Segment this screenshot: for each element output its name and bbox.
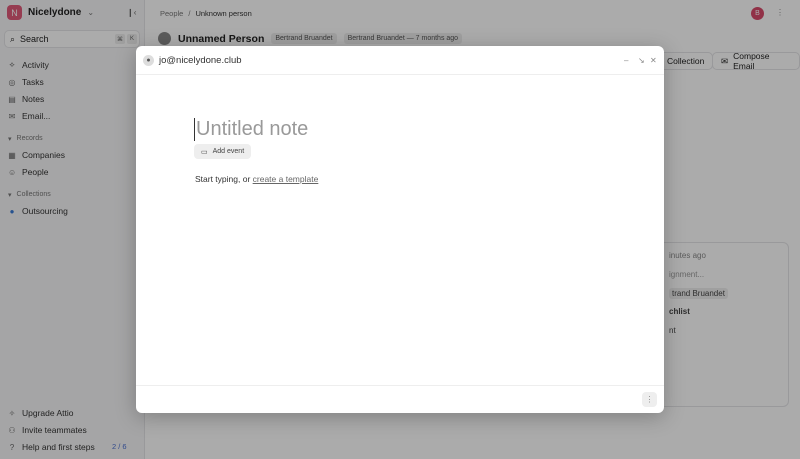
collapse-icon[interactable]: ↘ xyxy=(638,56,645,65)
modal-footer: ⋮ xyxy=(136,385,664,413)
modal-email: jo@nicelydone.club xyxy=(159,54,242,66)
note-title-input[interactable]: Untitled note xyxy=(194,118,308,141)
close-icon[interactable]: ✕ xyxy=(650,56,657,65)
calendar-icon: ▭ xyxy=(201,148,208,156)
hint-text: Start typing, or xyxy=(195,174,253,184)
label: Add event xyxy=(212,148,245,155)
minimize-icon[interactable]: – xyxy=(624,56,628,65)
editor-hint[interactable]: Start typing, or create a template xyxy=(195,174,318,184)
create-template-link[interactable]: create a template xyxy=(253,174,319,184)
note-modal: ● jo@nicelydone.club – ↘ ✕ Untitled note… xyxy=(136,46,664,413)
add-event-button[interactable]: ▭ Add event xyxy=(194,144,252,159)
person-icon: ● xyxy=(143,54,154,66)
modal-header: ● jo@nicelydone.club xyxy=(136,46,664,75)
more-options-icon[interactable]: ⋮ xyxy=(642,392,657,407)
